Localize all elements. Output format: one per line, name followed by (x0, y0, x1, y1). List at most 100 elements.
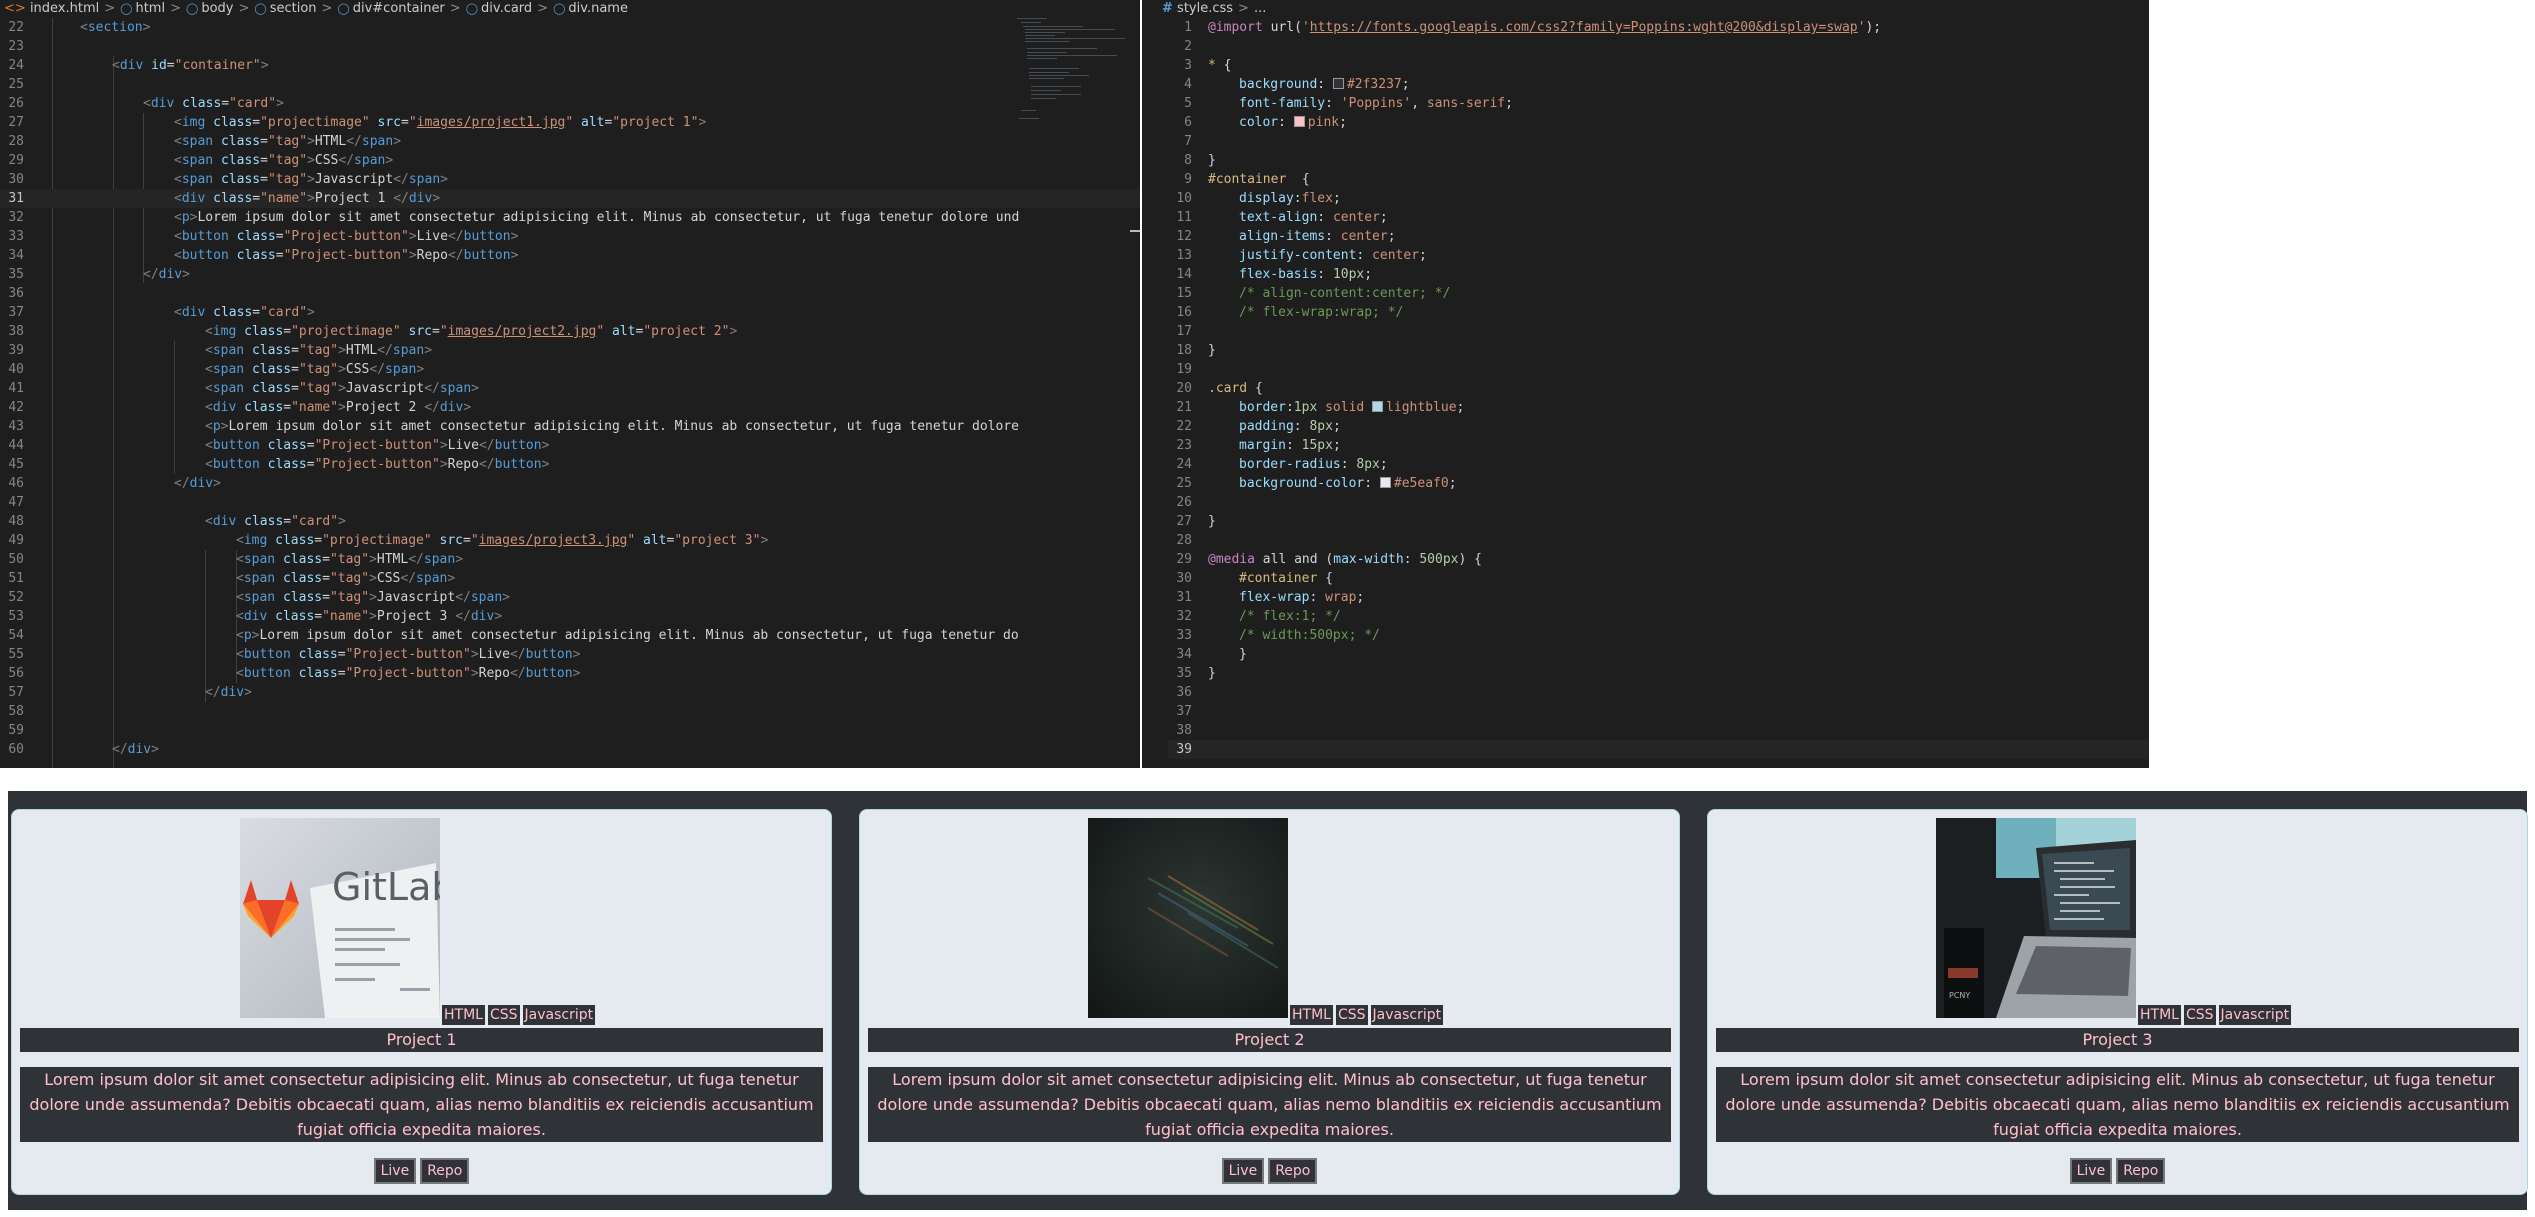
code-line: 14 flex-basis: 10px; (1176, 267, 1373, 282)
code-line: 51 <span class="tag">CSS</span> (8, 571, 456, 586)
code-line: 27 <img class="projectimage" src="images/… (8, 115, 707, 130)
code-line: 46 </div> (8, 476, 221, 491)
breadcrumb-item-html[interactable]: html (135, 1, 165, 16)
code-line: 25 (8, 77, 24, 92)
tag-html: HTML (1290, 1005, 1333, 1025)
code-line: 23 margin: 15px; (1176, 438, 1341, 453)
breadcrumb-file[interactable]: style.css (1177, 1, 1233, 16)
gitlab-logo-text: GitLab (332, 865, 440, 909)
repo-button[interactable]: Repo (420, 1158, 470, 1184)
code-line: 50 <span class="tag">HTML</span> (8, 552, 464, 567)
code-line: 60 </div> (8, 742, 159, 757)
code-line: 49 <img class="projectimage" src="images/… (8, 533, 769, 548)
tag-javascript: Javascript (2218, 1005, 2292, 1025)
code-line: 36 (1176, 685, 1192, 700)
code-line: 39 <span class="tag">HTML</span> (8, 343, 433, 358)
repo-button[interactable]: Repo (1268, 1158, 1318, 1184)
code-line: 27} (1176, 514, 1216, 529)
css-editor-pane[interactable]: # style.css >... 1 @import url('https://fo… (1142, 0, 2149, 768)
live-button[interactable]: Live (373, 1158, 417, 1184)
breadcrumb-item-body[interactable]: body (201, 1, 233, 16)
code-line: 10 display:flex; (1176, 191, 1341, 206)
html-breadcrumb: <> index.html > ◯ html > ◯ body > ◯ section > ◯ div#… (0, 0, 1140, 18)
code-line-current: 31 <div class="name">Project 1 </div> (0, 189, 1140, 208)
html-editor-pane[interactable]: <> index.html > ◯ html > ◯ body > ◯ section > ◯ div#… (0, 0, 1140, 768)
tag-css: CSS (487, 1005, 520, 1025)
repo-button[interactable]: Repo (2116, 1158, 2166, 1184)
live-button[interactable]: Live (2069, 1158, 2113, 1184)
code-line: 21 border:1px solid lightblue; (1176, 400, 1465, 415)
tag-list: HTML CSS Javascript (2138, 1004, 2294, 1026)
code-line: 18} (1176, 343, 1216, 358)
scroll-position-marker (1130, 230, 1140, 232)
code-line: 26 (1176, 495, 1192, 510)
tag-javascript: Javascript (1370, 1005, 1444, 1025)
code-line: 59 (8, 723, 24, 738)
code-line: 24 <div id="container"> (8, 58, 269, 73)
css-breadcrumb: # style.css >... (1142, 0, 2149, 18)
project-description: Lorem ipsum dolor sit amet consectetur a… (20, 1067, 823, 1142)
project-image-code (1088, 818, 1288, 1018)
code-line: 24 border-radius: 8px; (1176, 457, 1388, 472)
tag-list: HTML CSS Javascript (442, 1004, 598, 1026)
code-line: 28 (1176, 533, 1192, 548)
breadcrumb-item-container[interactable]: div#container (353, 1, 445, 16)
breadcrumb-more[interactable]: ... (1254, 1, 1266, 16)
project-card: PCNY HTML CSS Javascript Project 3 Lorem i… (1707, 809, 2528, 1195)
live-button[interactable]: Live (1221, 1158, 1265, 1184)
project-image-gitlab: GitLab (240, 818, 440, 1018)
project-description: Lorem ipsum dolor sit amet consectetur a… (1716, 1067, 2519, 1142)
code-line: 15/* align-content:center; */ (1176, 286, 1451, 301)
breadcrumb-file[interactable]: index.html (30, 1, 99, 16)
code-line: 29 @media all and (max-width: 500px) { (1176, 552, 1482, 567)
code-line-current: 39 (1168, 740, 2149, 759)
code-line: 4 background: #2f3237; (1184, 77, 1410, 92)
code-line: 32 <p>Lorem ipsum dolor sit amet consecte… (8, 210, 1020, 225)
code-line: 3 * { (1184, 58, 1232, 73)
code-line: 29 <span class="tag">CSS</span> (8, 153, 394, 168)
tag-html: HTML (2138, 1005, 2181, 1025)
project-description: Lorem ipsum dolor sit amet consectetur a… (868, 1067, 1671, 1142)
code-line: 30 <span class="tag">Javascript</span> (8, 172, 448, 187)
html-file-icon: <> (4, 1, 26, 16)
element-icon: ◯ (337, 2, 350, 15)
code-line: 20 .card { (1176, 381, 1263, 396)
code-line: 26 <div class="card"> (8, 96, 284, 111)
breadcrumb-item-name[interactable]: div.name (568, 1, 628, 16)
code-line: 2 (1184, 39, 1192, 54)
project-card: GitLab HTMLCSSJavascript Project 1 Lorem… (11, 809, 832, 1195)
code-line: 22 <section> (8, 20, 151, 35)
tag-css: CSS (2183, 1005, 2216, 1025)
code-line: 8} (1184, 153, 1216, 168)
breadcrumb-item-section[interactable]: section (270, 1, 317, 16)
code-line: 38 <img class="projectimage" src="images/… (8, 324, 738, 339)
code-line: 57 </div> (8, 685, 252, 700)
code-line: 33 <button class="Project-button">Live</b… (8, 229, 519, 244)
code-line: 7 (1184, 134, 1192, 149)
code-line: 1 @import url('https://fonts.googleapis.c… (1184, 20, 1882, 35)
code-line: 34 <button class="Project-button">Repo</b… (8, 248, 519, 263)
code-line: 16/* flex-wrap:wrap; */ (1176, 305, 1404, 320)
code-line: 33/* width:500px; */ (1176, 628, 1380, 643)
code-line: 53 <div class="name">Project 3 </div> (8, 609, 503, 624)
code-line: 56 <button class="Project-button">Repo</b… (8, 666, 581, 681)
html-minimap[interactable] (1013, 18, 1133, 168)
code-line: 34} (1176, 647, 1247, 662)
code-line: 17 (1176, 324, 1192, 339)
project-name: Project 2 (868, 1028, 1671, 1052)
code-line: 58 (8, 704, 24, 719)
code-line: 30 #container { (1176, 571, 1333, 586)
code-line: 54 <p>Lorem ipsum dolor sit amet consecte… (8, 628, 1019, 643)
code-line: 32/* flex:1; */ (1176, 609, 1341, 624)
element-icon: ◯ (120, 2, 133, 15)
code-line: 38 (1176, 723, 1192, 738)
breadcrumb-item-card[interactable]: div.card (481, 1, 532, 16)
code-line: 55 <button class="Project-button">Live</b… (8, 647, 581, 662)
code-line: 5 font-family: 'Poppins', sans-serif; (1184, 96, 1513, 111)
code-line: 48 <div class="card"> (8, 514, 346, 529)
code-line: 41 <span class="tag">Javascript</span> (8, 381, 479, 396)
svg-text:PCNY: PCNY (1949, 991, 1970, 1000)
code-line: 13 justify-content: center; (1176, 248, 1427, 263)
project-name: Project 3 (1716, 1028, 2519, 1052)
code-line: 45 <button class="Project-button">Repo</b… (8, 457, 550, 472)
